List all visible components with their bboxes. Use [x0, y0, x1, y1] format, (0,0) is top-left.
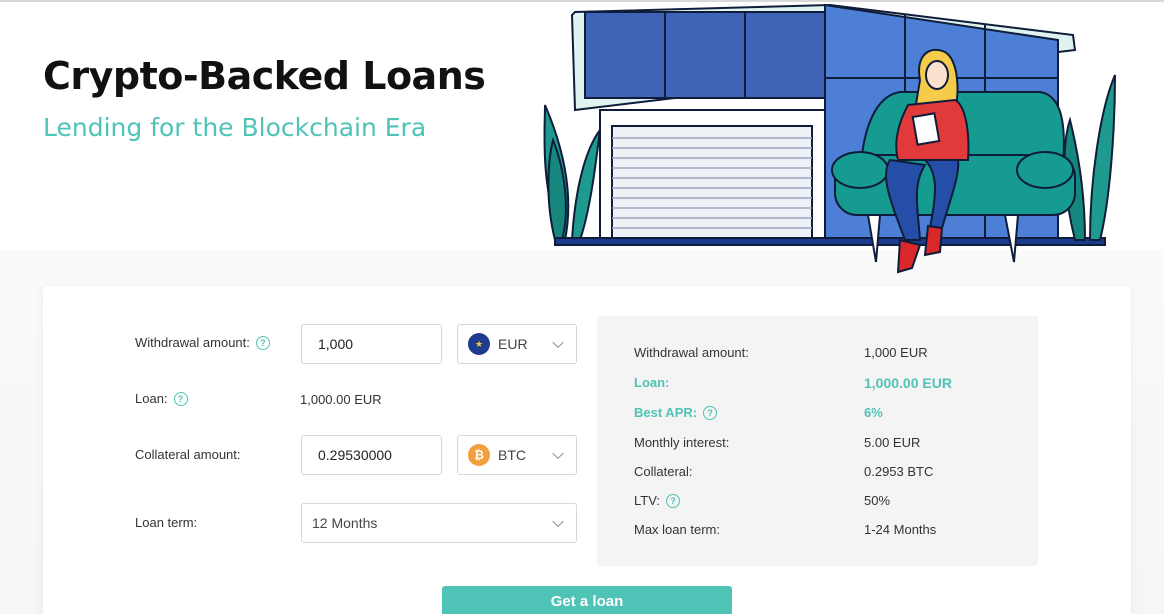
loan-help-icon[interactable]: ? [173, 391, 188, 406]
loan-term-select[interactable]: 12 Months [301, 503, 577, 543]
summary-withdrawal-value: 1,000 EUR [864, 345, 928, 360]
chevron-down-icon [552, 515, 564, 528]
summary-max-term-label: Max loan term: [634, 522, 720, 537]
summary-loan-label: Loan: [634, 375, 670, 390]
collateral-currency-value: BTC [498, 447, 526, 463]
summary-apr-value: 6% [864, 405, 883, 420]
loan-term-value: 12 Months [312, 515, 378, 531]
loan-value: 1,000.00 EUR [300, 392, 382, 407]
withdrawal-currency-value: EUR [498, 336, 528, 352]
loan-summary-panel: Withdrawal amount: 1,000 EUR Loan: 1,000… [597, 316, 1038, 566]
page-title: Crypto-Backed Loans [43, 54, 486, 98]
get-loan-button[interactable]: Get a loan [442, 586, 732, 614]
summary-max-term-value: 1-24 Months [864, 522, 937, 537]
summary-apr-label: Best APR: [634, 405, 698, 420]
apr-help-icon[interactable]: ? [703, 405, 718, 420]
withdrawal-currency-select[interactable]: ★ EUR [457, 324, 577, 364]
withdrawal-label-group: Withdrawal amount: ? [135, 335, 270, 350]
chevron-down-icon [552, 447, 564, 460]
collateral-label: Collateral amount: [135, 447, 241, 462]
euro-flag-icon: ★ [468, 333, 490, 355]
summary-interest-label: Monthly interest: [634, 435, 730, 450]
collateral-amount-input[interactable]: 0.29530000 [301, 435, 442, 475]
summary-ltv-label: LTV: [634, 493, 661, 508]
loan-term-label: Loan term: [135, 515, 198, 530]
bitcoin-icon: ₿ [468, 444, 490, 466]
loan-label: Loan: [135, 391, 168, 406]
collateral-currency-select[interactable]: ₿ BTC [457, 435, 577, 475]
withdrawal-label: Withdrawal amount: [135, 335, 250, 350]
summary-apr-label-group: Best APR: ? [634, 405, 718, 420]
hero-illustration [543, 3, 1116, 274]
summary-collateral-label: Collateral: [634, 464, 693, 479]
loan-label-group: Loan: ? [135, 391, 188, 406]
summary-collateral-value: 0.2953 BTC [864, 464, 934, 479]
plant-left [543, 104, 602, 241]
ltv-help-icon[interactable]: ? [666, 493, 681, 508]
withdrawal-help-icon[interactable]: ? [255, 335, 270, 350]
withdrawal-amount-input[interactable]: 1,000 [301, 324, 442, 364]
collateral-label-group: Collateral amount: [135, 447, 241, 462]
loan-term-label-group: Loan term: [135, 515, 197, 530]
chevron-down-icon [552, 336, 564, 349]
summary-interest-value: 5.00 EUR [864, 435, 921, 450]
plant-right [1063, 74, 1116, 241]
summary-withdrawal-label: Withdrawal amount: [634, 345, 749, 360]
page-subtitle: Lending for the Blockchain Era [43, 113, 427, 142]
summary-ltv-value: 50% [864, 493, 891, 508]
summary-ltv-label-group: LTV: ? [634, 493, 681, 508]
summary-loan-value: 1,000.00 EUR [864, 375, 952, 391]
